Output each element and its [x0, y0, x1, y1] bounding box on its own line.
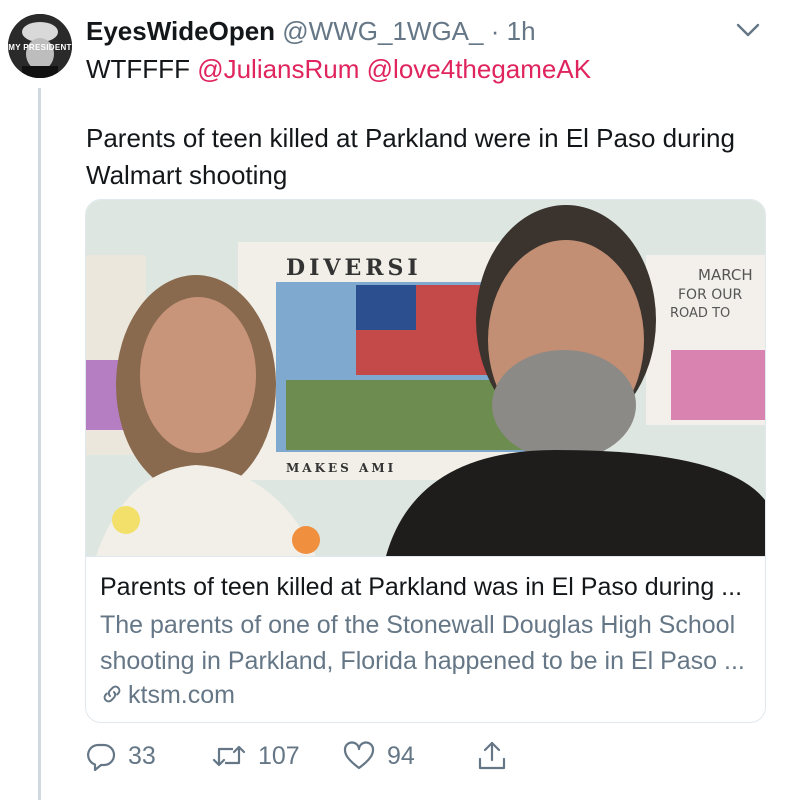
- chevron-down-icon[interactable]: [733, 18, 763, 42]
- card-image: DIVERSI MAKES AMI MARCH FOR OUR ROAD TO: [86, 200, 765, 556]
- tweet-header: EyesWideOpen @WWG_1WGA_ · 1h: [86, 14, 536, 48]
- card-domain-text: ktsm.com: [128, 681, 235, 709]
- avatar-caption: MY PRESIDENT: [8, 43, 72, 52]
- reply-line: WTFFFF @JuliansRum @love4thegameAK: [86, 52, 591, 86]
- user-handle[interactable]: @WWG_1WGA_: [282, 16, 483, 46]
- link-card[interactable]: DIVERSI MAKES AMI MARCH FOR OUR ROAD TO: [85, 199, 766, 723]
- reply-icon: [87, 743, 116, 771]
- sign-text: FOR OUR: [678, 287, 743, 303]
- card-photo: DIVERSI MAKES AMI MARCH FOR OUR ROAD TO: [86, 200, 765, 556]
- display-name[interactable]: EyesWideOpen: [86, 16, 275, 46]
- retweet-button[interactable]: 107: [212, 736, 300, 776]
- card-text: Parents of teen killed at Parkland was i…: [86, 556, 765, 722]
- retweet-icon: [212, 745, 246, 767]
- retweet-count: 107: [258, 741, 300, 770]
- poster-top-text: DIVERSI: [286, 255, 422, 281]
- timestamp[interactable]: 1h: [507, 16, 536, 46]
- action-bar: 33 107 94: [0, 736, 802, 776]
- tweet-text: Parents of teen killed at Parkland were …: [86, 123, 735, 190]
- card-description: The parents of one of the Stonewall Doug…: [100, 611, 745, 675]
- card-title[interactable]: Parents of teen killed at Parkland was i…: [100, 571, 742, 603]
- thread-line: [38, 88, 41, 800]
- poster-bottom-text: MAKES AMI: [286, 461, 396, 475]
- separator-dot: ·: [490, 16, 500, 46]
- reply-prefix: WTFFFF: [86, 54, 190, 84]
- card-domain[interactable]: ktsm.com: [100, 679, 235, 711]
- like-icon: [343, 741, 375, 770]
- share-icon: [478, 741, 506, 770]
- avatar[interactable]: MY PRESIDENT: [8, 14, 72, 78]
- link-icon: [103, 685, 121, 703]
- reply-button[interactable]: 33: [86, 736, 156, 776]
- like-button[interactable]: 94: [343, 736, 415, 776]
- reply-count: 33: [128, 741, 156, 770]
- mention-link[interactable]: @JuliansRum: [197, 54, 359, 84]
- like-count: 94: [387, 741, 415, 770]
- sign-text: MARCH: [698, 266, 753, 284]
- share-button[interactable]: [477, 736, 519, 776]
- sign-text: ROAD TO: [670, 306, 730, 321]
- mention-link[interactable]: @love4thegameAK: [367, 54, 591, 84]
